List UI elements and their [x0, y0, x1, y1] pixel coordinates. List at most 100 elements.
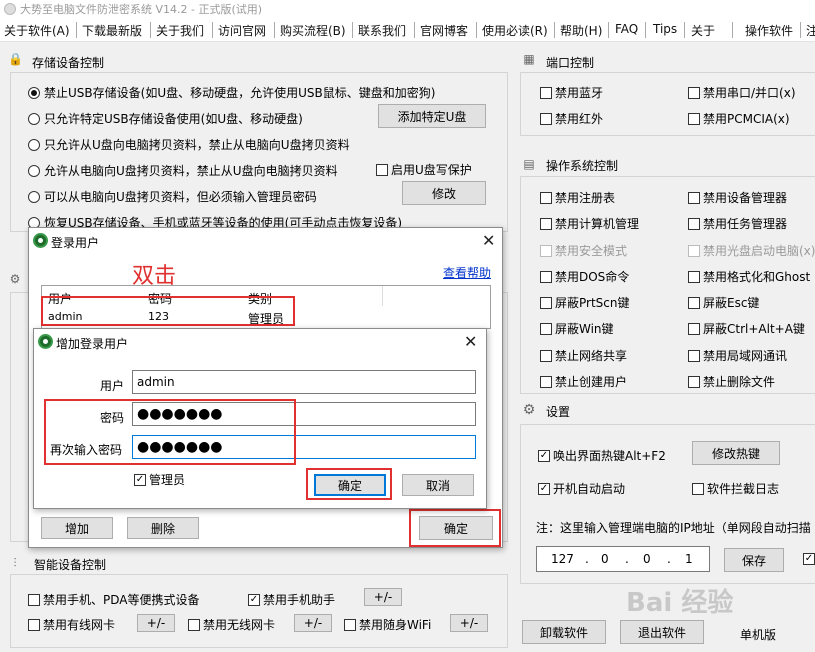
add-cancel-button[interactable]: 取消 — [402, 474, 474, 496]
menu-contact[interactable]: 联系我们 — [358, 22, 406, 39]
checkbox[interactable]: ✓ — [538, 449, 550, 462]
ip-address-input[interactable]: 127 . 0 . 0 . 1 — [536, 546, 710, 572]
menu-operate[interactable]: 操作软件 — [745, 22, 793, 39]
add-udisk-button[interactable]: 添加特定U盘 — [378, 104, 486, 128]
checkbox[interactable] — [688, 86, 700, 99]
menu-blog[interactable]: 官网博客 — [420, 22, 468, 39]
disable-registry-checkbox[interactable]: 禁用注册表 — [540, 189, 615, 206]
disable-infrared-checkbox[interactable]: 禁用红外 — [540, 110, 603, 127]
checkbox[interactable] — [688, 375, 700, 388]
menu-tips[interactable]: Tips — [653, 22, 677, 36]
storage-option-4[interactable]: 允许从电脑向U盘拷贝资料，禁止从U盘向电脑拷贝资料 — [28, 162, 338, 179]
checkbox[interactable] — [540, 191, 552, 204]
radio-button[interactable] — [28, 86, 40, 99]
checkbox[interactable]: ✓ — [803, 553, 815, 565]
storage-option-2[interactable]: 只允许特定USB存储设备使用(如U盘、移动硬盘) — [28, 110, 303, 127]
disable-create-user-checkbox[interactable]: 禁止创建用户 — [540, 373, 627, 390]
modify-button[interactable]: 修改 — [402, 181, 486, 205]
radio-button[interactable] — [28, 112, 40, 125]
disable-wireless-nic-checkbox[interactable]: 禁用无线网卡 — [188, 616, 275, 633]
checkbox[interactable] — [376, 163, 388, 176]
radio-button[interactable] — [28, 164, 40, 177]
annotation-highlight — [44, 399, 296, 465]
modify-hotkey-button[interactable]: 修改热键 — [692, 441, 780, 465]
checkbox[interactable] — [540, 322, 552, 335]
disable-format-ghost-checkbox[interactable]: 禁用格式化和Ghost — [688, 268, 810, 285]
checkbox[interactable] — [28, 593, 40, 606]
admin-checkbox[interactable]: ✓ 管理员 — [134, 471, 185, 488]
disable-bluetooth-checkbox[interactable]: 禁用蓝牙 — [540, 84, 603, 101]
menu-about-software[interactable]: 关于软件(A) — [4, 22, 70, 39]
toggle-button[interactable]: +/- — [364, 588, 402, 606]
user-input[interactable]: admin — [132, 370, 476, 394]
disable-network-share-checkbox[interactable]: 禁止网络共享 — [540, 347, 627, 364]
disable-computer-management-checkbox[interactable]: 禁用计算机管理 — [540, 215, 639, 232]
menu-about[interactable]: 关于 — [691, 22, 715, 39]
disable-task-manager-checkbox[interactable]: 禁用任务管理器 — [688, 215, 787, 232]
block-win-checkbox[interactable]: 屏蔽Win键 — [540, 320, 614, 337]
radio-button[interactable] — [28, 190, 40, 203]
disable-pcmcia-checkbox[interactable]: 禁用PCMCIA(x) — [688, 110, 790, 127]
storage-option-5[interactable]: 可以从电脑向U盘拷贝资料，但必须输入管理员密码 — [28, 188, 317, 205]
disable-portable-wifi-checkbox[interactable]: 禁用随身WiFi — [344, 616, 431, 633]
checkbox[interactable] — [540, 86, 552, 99]
disable-serial-port-checkbox[interactable]: 禁用串口/并口(x) — [688, 84, 796, 101]
exit-button[interactable]: 退出软件 — [620, 620, 704, 644]
disable-delete-file-checkbox[interactable]: 禁止删除文件 — [688, 373, 775, 390]
disable-phone-assistant-checkbox[interactable]: ✓ 禁用手机助手 — [248, 591, 335, 608]
toggle-button[interactable]: +/- — [450, 614, 488, 632]
storage-option-1[interactable]: 禁止USB存储设备(如U盘、移动硬盘，允许使用USB鼠标、键盘和加密狗) — [28, 84, 435, 101]
menu-more[interactable]: 注 — [806, 22, 815, 39]
toggle-button[interactable]: +/- — [294, 614, 332, 632]
checkbox[interactable] — [540, 217, 552, 230]
radio-button[interactable] — [28, 138, 40, 151]
menu-help[interactable]: 帮助(H) — [560, 22, 602, 39]
checkbox[interactable] — [540, 375, 552, 388]
disable-portable-devices-checkbox[interactable]: 禁用手机、PDA等便携式设备 — [28, 591, 199, 608]
intercept-log-checkbox[interactable]: 软件拦截日志 — [692, 480, 779, 497]
menu-about-us[interactable]: 关于我们 — [156, 22, 204, 39]
checkbox[interactable] — [688, 270, 700, 283]
checkbox[interactable] — [344, 618, 356, 631]
close-icon[interactable]: ✕ — [482, 231, 495, 250]
disable-wired-nic-checkbox[interactable]: 禁用有线网卡 — [28, 616, 115, 633]
menu-faq[interactable]: FAQ — [615, 22, 638, 36]
block-prtscn-checkbox[interactable]: 屏蔽PrtScn键 — [540, 294, 630, 311]
checkbox[interactable] — [188, 618, 200, 631]
checkbox[interactable] — [28, 618, 40, 631]
checkbox[interactable] — [540, 270, 552, 283]
delete-user-button[interactable]: 删除 — [127, 517, 199, 539]
hotkey-checkbox[interactable]: ✓ 唤出界面热键Alt+F2 — [538, 447, 666, 464]
checkbox[interactable] — [688, 191, 700, 204]
disable-device-manager-checkbox[interactable]: 禁用设备管理器 — [688, 189, 787, 206]
toggle-button[interactable]: +/- — [137, 614, 175, 632]
close-icon[interactable]: ✕ — [464, 332, 477, 351]
checkbox[interactable] — [688, 349, 700, 362]
checkbox[interactable]: ✓ — [248, 593, 260, 606]
checkbox[interactable] — [688, 296, 700, 309]
menu-download[interactable]: 下载最新版 — [82, 22, 142, 39]
checkbox[interactable] — [540, 296, 552, 309]
disable-lan-checkbox[interactable]: 禁用局域网通讯 — [688, 347, 787, 364]
uninstall-button[interactable]: 卸载软件 — [522, 620, 606, 644]
checkbox[interactable] — [688, 217, 700, 230]
help-link[interactable]: 查看帮助 — [443, 264, 491, 281]
checkbox[interactable] — [688, 112, 700, 125]
menu-purchase[interactable]: 购买流程(B) — [280, 22, 346, 39]
block-esc-checkbox[interactable]: 屏蔽Esc键 — [688, 294, 759, 311]
checkbox[interactable] — [688, 322, 700, 335]
menu-must-read[interactable]: 使用必读(R) — [482, 22, 548, 39]
checkbox[interactable] — [692, 482, 704, 495]
menu-website[interactable]: 访问官网 — [218, 22, 266, 39]
save-button[interactable]: 保存 — [724, 548, 784, 572]
udisk-write-protect-checkbox[interactable]: 启用U盘写保护 — [376, 161, 472, 178]
checkbox[interactable]: ✓ — [538, 482, 550, 495]
block-ctrl-alt-a-checkbox[interactable]: 屏蔽Ctrl+Alt+A键 — [688, 320, 805, 337]
storage-option-3[interactable]: 只允许从U盘向电脑拷贝资料，禁止从电脑向U盘拷贝资料 — [28, 136, 350, 153]
checkbox[interactable] — [540, 349, 552, 362]
add-user-button[interactable]: 增加 — [41, 517, 113, 539]
checkbox[interactable] — [540, 112, 552, 125]
disable-dos-checkbox[interactable]: 禁用DOS命令 — [540, 268, 629, 285]
checkbox[interactable]: ✓ — [134, 473, 146, 486]
autostart-checkbox[interactable]: ✓ 开机自动启动 — [538, 480, 625, 497]
